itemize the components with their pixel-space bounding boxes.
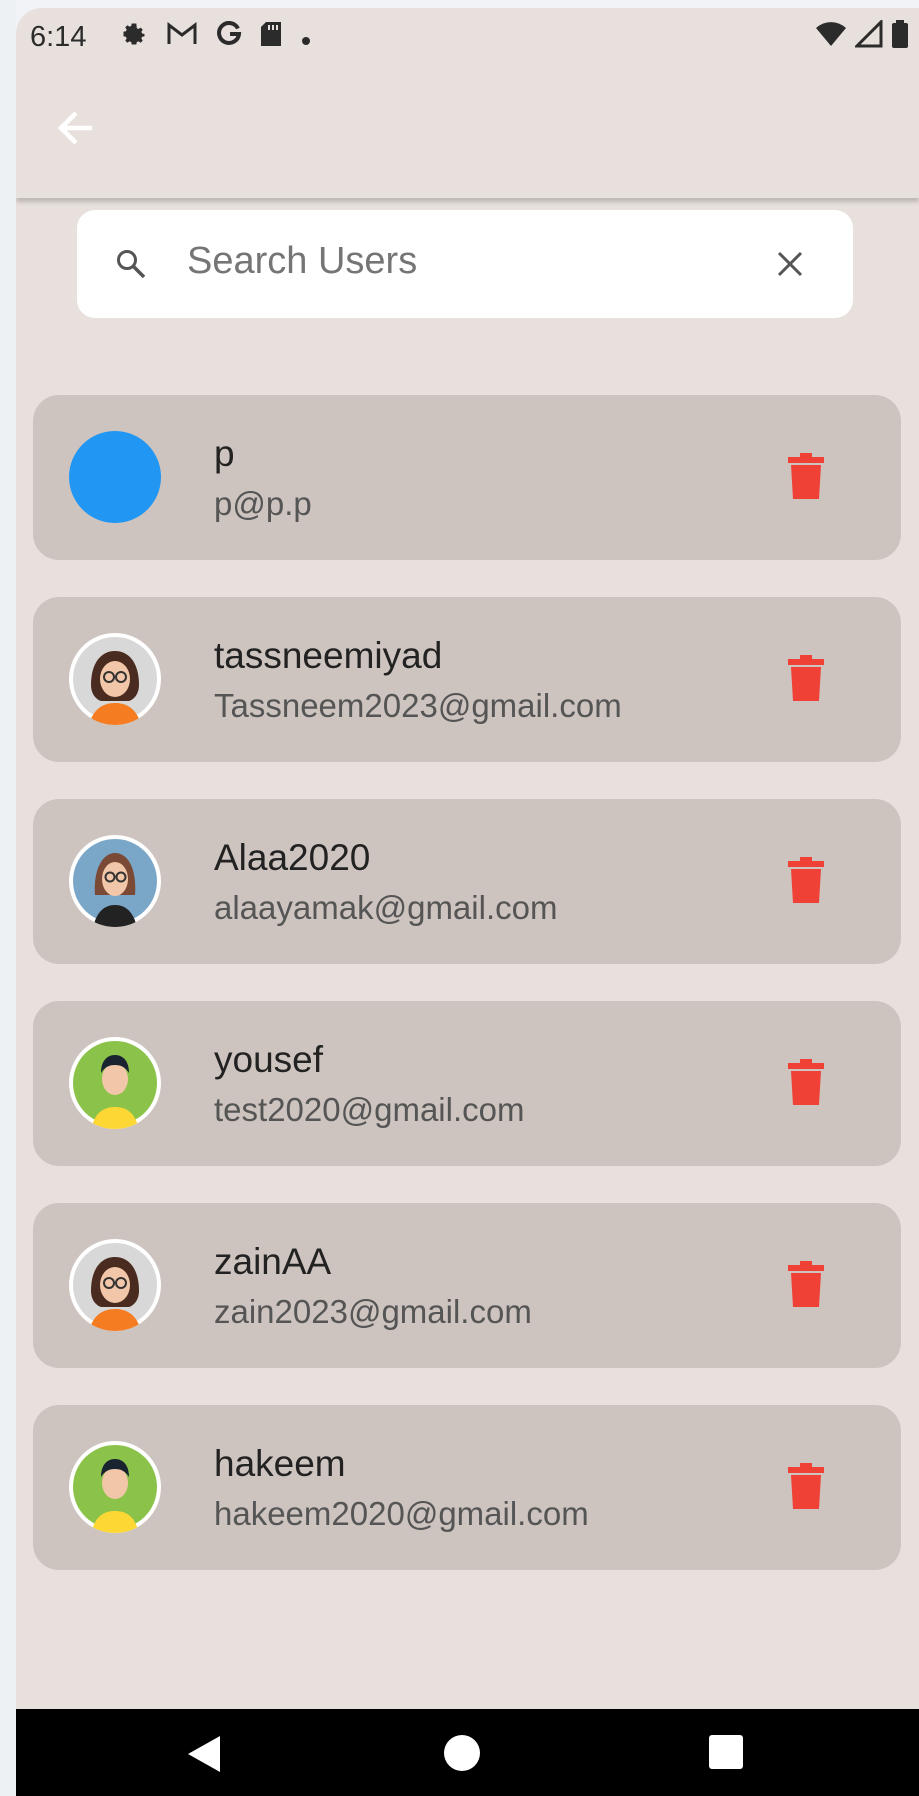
search-input[interactable] bbox=[187, 240, 727, 283]
trash-icon bbox=[788, 1463, 824, 1509]
user-name: zainAA bbox=[214, 1241, 332, 1282]
clear-search-button[interactable] bbox=[775, 249, 805, 284]
back-button[interactable] bbox=[56, 108, 116, 158]
user-email: p@p.p bbox=[214, 485, 312, 522]
user-card[interactable]: hakeem hakeem2020@gmail.com bbox=[33, 1405, 901, 1570]
user-name: hakeem bbox=[214, 1443, 346, 1484]
trash-icon bbox=[788, 1261, 824, 1307]
app-bar bbox=[16, 68, 919, 198]
user-card[interactable]: yousef test2020@gmail.com bbox=[33, 1001, 901, 1166]
nav-back-button[interactable] bbox=[186, 1735, 222, 1778]
delete-user-button[interactable] bbox=[788, 655, 824, 706]
battery-icon bbox=[891, 20, 909, 55]
avatar-placeholder bbox=[69, 431, 161, 523]
status-system-icons bbox=[815, 18, 909, 55]
user-avatar bbox=[69, 1239, 161, 1331]
user-card[interactable]: p p@p.p bbox=[33, 395, 901, 560]
nav-recents-button[interactable] bbox=[709, 1735, 743, 1769]
user-name: yousef bbox=[214, 1039, 324, 1080]
user-card[interactable]: Alaa2020 alaayamak@gmail.com bbox=[33, 799, 901, 964]
triangle-back-icon bbox=[188, 1736, 220, 1772]
status-bar: 6:14 bbox=[16, 8, 919, 68]
search-icon bbox=[115, 248, 147, 285]
user-avatar bbox=[69, 1037, 161, 1129]
user-avatar bbox=[69, 633, 161, 725]
gear-icon bbox=[120, 20, 148, 55]
user-name: p bbox=[214, 433, 235, 474]
arrow-left-icon bbox=[57, 111, 92, 145]
trash-icon bbox=[788, 1059, 824, 1105]
user-name: tassneemiyad bbox=[214, 635, 443, 676]
trash-icon bbox=[788, 453, 824, 499]
user-avatar bbox=[69, 835, 161, 927]
gmail-icon bbox=[166, 21, 198, 54]
nav-home-button[interactable] bbox=[444, 1735, 480, 1771]
delete-user-button[interactable] bbox=[788, 1059, 824, 1110]
delete-user-button[interactable] bbox=[788, 1261, 824, 1312]
trash-icon bbox=[788, 655, 824, 701]
delete-user-button[interactable] bbox=[788, 453, 824, 504]
user-card[interactable]: tassneemiyad Tassneem2023@gmail.com bbox=[33, 597, 901, 762]
delete-user-button[interactable] bbox=[788, 857, 824, 908]
dot-icon bbox=[300, 22, 312, 54]
user-name: Alaa2020 bbox=[214, 837, 371, 878]
wifi-icon bbox=[815, 21, 847, 54]
system-navigation-bar bbox=[16, 1709, 919, 1796]
user-email: test2020@gmail.com bbox=[214, 1091, 525, 1128]
user-email: alaayamak@gmail.com bbox=[214, 889, 558, 926]
user-email: zain2023@gmail.com bbox=[214, 1293, 532, 1330]
user-email: Tassneem2023@gmail.com bbox=[214, 687, 622, 724]
trash-icon bbox=[788, 857, 824, 903]
signal-icon bbox=[853, 18, 883, 55]
google-icon bbox=[216, 20, 242, 54]
user-avatar bbox=[69, 1441, 161, 1533]
left-edge-decoration bbox=[0, 0, 16, 1796]
status-notification-icons bbox=[120, 20, 312, 55]
user-card[interactable]: zainAA zain2023@gmail.com bbox=[33, 1203, 901, 1368]
phone-screen: 6:14 Search Users p p@p.p tassneemiyad T… bbox=[16, 8, 919, 1796]
search-bar bbox=[77, 210, 853, 318]
user-email: hakeem2020@gmail.com bbox=[214, 1495, 589, 1532]
close-icon bbox=[777, 251, 803, 277]
delete-user-button[interactable] bbox=[788, 1463, 824, 1514]
sd-card-icon bbox=[260, 21, 282, 54]
status-time: 6:14 bbox=[30, 21, 87, 53]
